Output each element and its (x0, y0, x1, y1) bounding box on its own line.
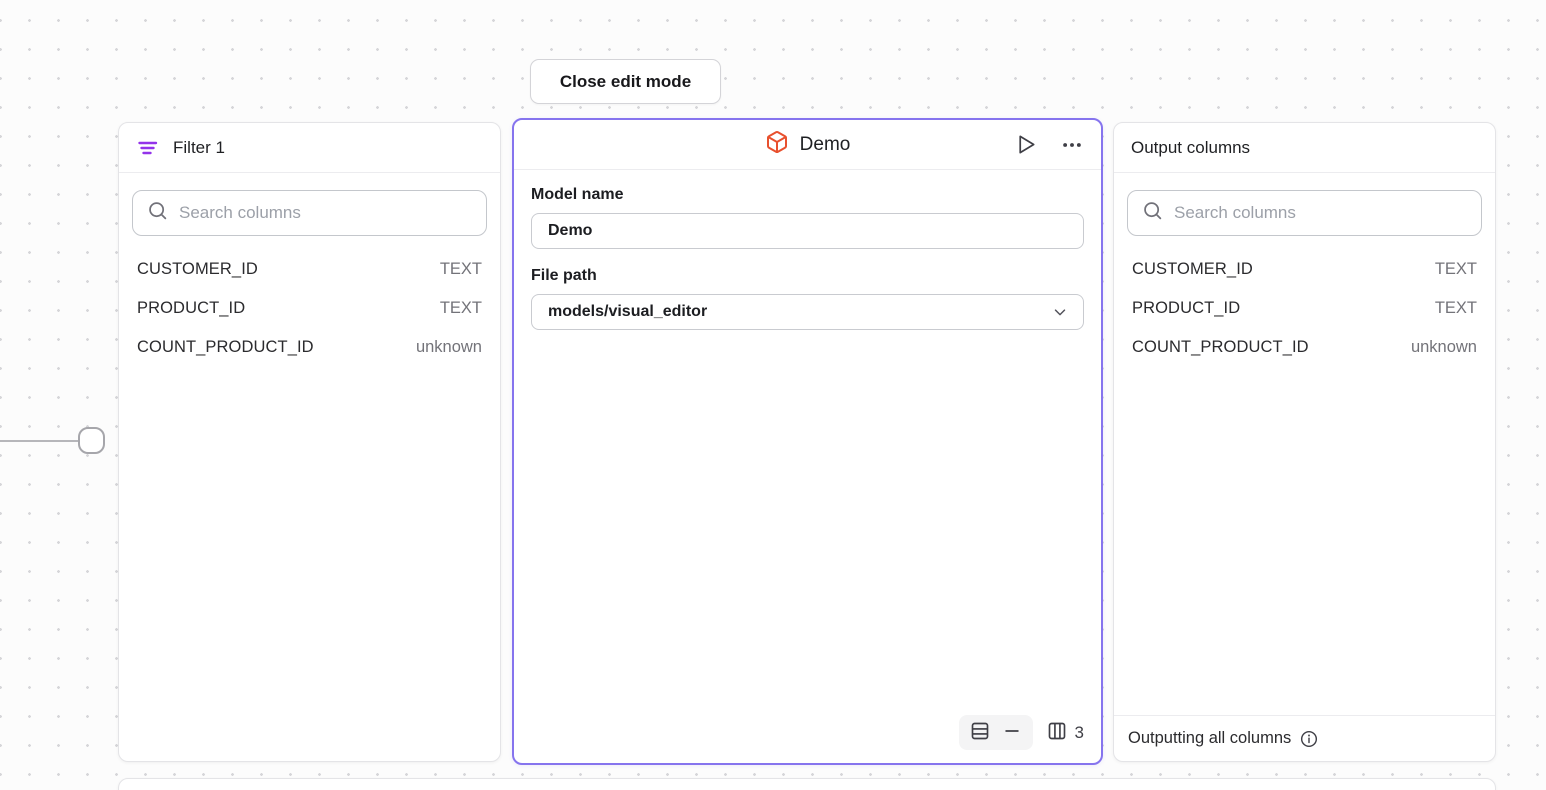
search-icon (147, 200, 168, 226)
output-column-list: CUSTOMER_ID TEXT PRODUCT_ID TEXT COUNT_P… (1114, 246, 1495, 371)
model-panel-body: Model name File path models/visual_edito… (514, 170, 1101, 346)
column-row[interactable]: CUSTOMER_ID TEXT (1118, 250, 1491, 289)
model-panel-title: Demo (800, 134, 851, 156)
filter-search-input[interactable] (179, 203, 472, 223)
connector-handle[interactable] (78, 427, 105, 454)
column-name: CUSTOMER_ID (1132, 260, 1253, 279)
model-name-label: Model name (531, 186, 1084, 204)
column-type: TEXT (440, 299, 482, 318)
column-type: TEXT (1435, 260, 1477, 279)
search-icon (1142, 200, 1163, 226)
column-type: TEXT (1435, 299, 1477, 318)
model-cube-icon (765, 130, 789, 160)
column-row[interactable]: PRODUCT_ID TEXT (1118, 289, 1491, 328)
minus-icon (1002, 721, 1022, 744)
file-path-label: File path (531, 267, 1084, 285)
column-name: COUNT_PRODUCT_ID (1132, 338, 1309, 357)
filter-column-list: CUSTOMER_ID TEXT PRODUCT_ID TEXT COUNT_P… (119, 246, 500, 371)
output-panel-footer: Outputting all columns (1114, 715, 1495, 761)
column-count: 3 (1075, 723, 1084, 743)
more-options-button[interactable] (1059, 132, 1085, 158)
output-search-box (1127, 190, 1482, 236)
model-panel-footer: 3 (959, 715, 1084, 750)
filter-panel-header: Filter 1 (119, 123, 500, 173)
table-rows-icon (970, 721, 990, 744)
column-row[interactable]: COUNT_PRODUCT_ID unknown (1118, 328, 1491, 367)
output-search-input[interactable] (1174, 203, 1467, 223)
info-icon[interactable] (1299, 729, 1319, 749)
output-panel-header: Output columns (1114, 123, 1495, 173)
output-footer-text: Outputting all columns (1128, 729, 1291, 748)
column-type: unknown (1411, 338, 1477, 357)
column-row[interactable]: COUNT_PRODUCT_ID unknown (123, 328, 496, 367)
column-type: TEXT (440, 260, 482, 279)
model-node-panel: Demo Model name File path models/visual_… (512, 118, 1103, 765)
filter-search-box (132, 190, 487, 236)
output-columns-panel: Output columns CUSTOMER_ID TEXT PRODUCT_… (1113, 122, 1496, 762)
table-columns-icon (1047, 721, 1067, 744)
model-header-controls (1012, 120, 1085, 169)
column-count-indicator[interactable]: 3 (1047, 721, 1084, 744)
close-edit-mode-button[interactable]: Close edit mode (530, 59, 721, 104)
column-row[interactable]: CUSTOMER_ID TEXT (123, 250, 496, 289)
filter-panel-title: Filter 1 (173, 138, 225, 158)
output-panel-title: Output columns (1131, 138, 1250, 158)
row-count-toggle[interactable] (959, 715, 1033, 750)
connector-edge (0, 440, 79, 442)
column-name: COUNT_PRODUCT_ID (137, 338, 314, 357)
column-type: unknown (416, 338, 482, 357)
filter-node-panel: Filter 1 CUSTOMER_ID TEXT PRODUCT_ID TEX… (118, 122, 501, 762)
filter-lines-icon (136, 136, 160, 160)
column-name: PRODUCT_ID (1132, 299, 1240, 318)
file-path-value: models/visual_editor (548, 303, 707, 321)
model-panel-header: Demo (514, 120, 1101, 170)
model-title-group: Demo (765, 130, 851, 160)
column-name: CUSTOMER_ID (137, 260, 258, 279)
run-model-button[interactable] (1012, 131, 1039, 158)
file-path-select[interactable]: models/visual_editor (531, 294, 1084, 330)
chevron-down-icon (1051, 303, 1069, 321)
column-name: PRODUCT_ID (137, 299, 245, 318)
model-name-input[interactable] (531, 213, 1084, 249)
results-drawer-panel (118, 778, 1496, 790)
column-row[interactable]: PRODUCT_ID TEXT (123, 289, 496, 328)
